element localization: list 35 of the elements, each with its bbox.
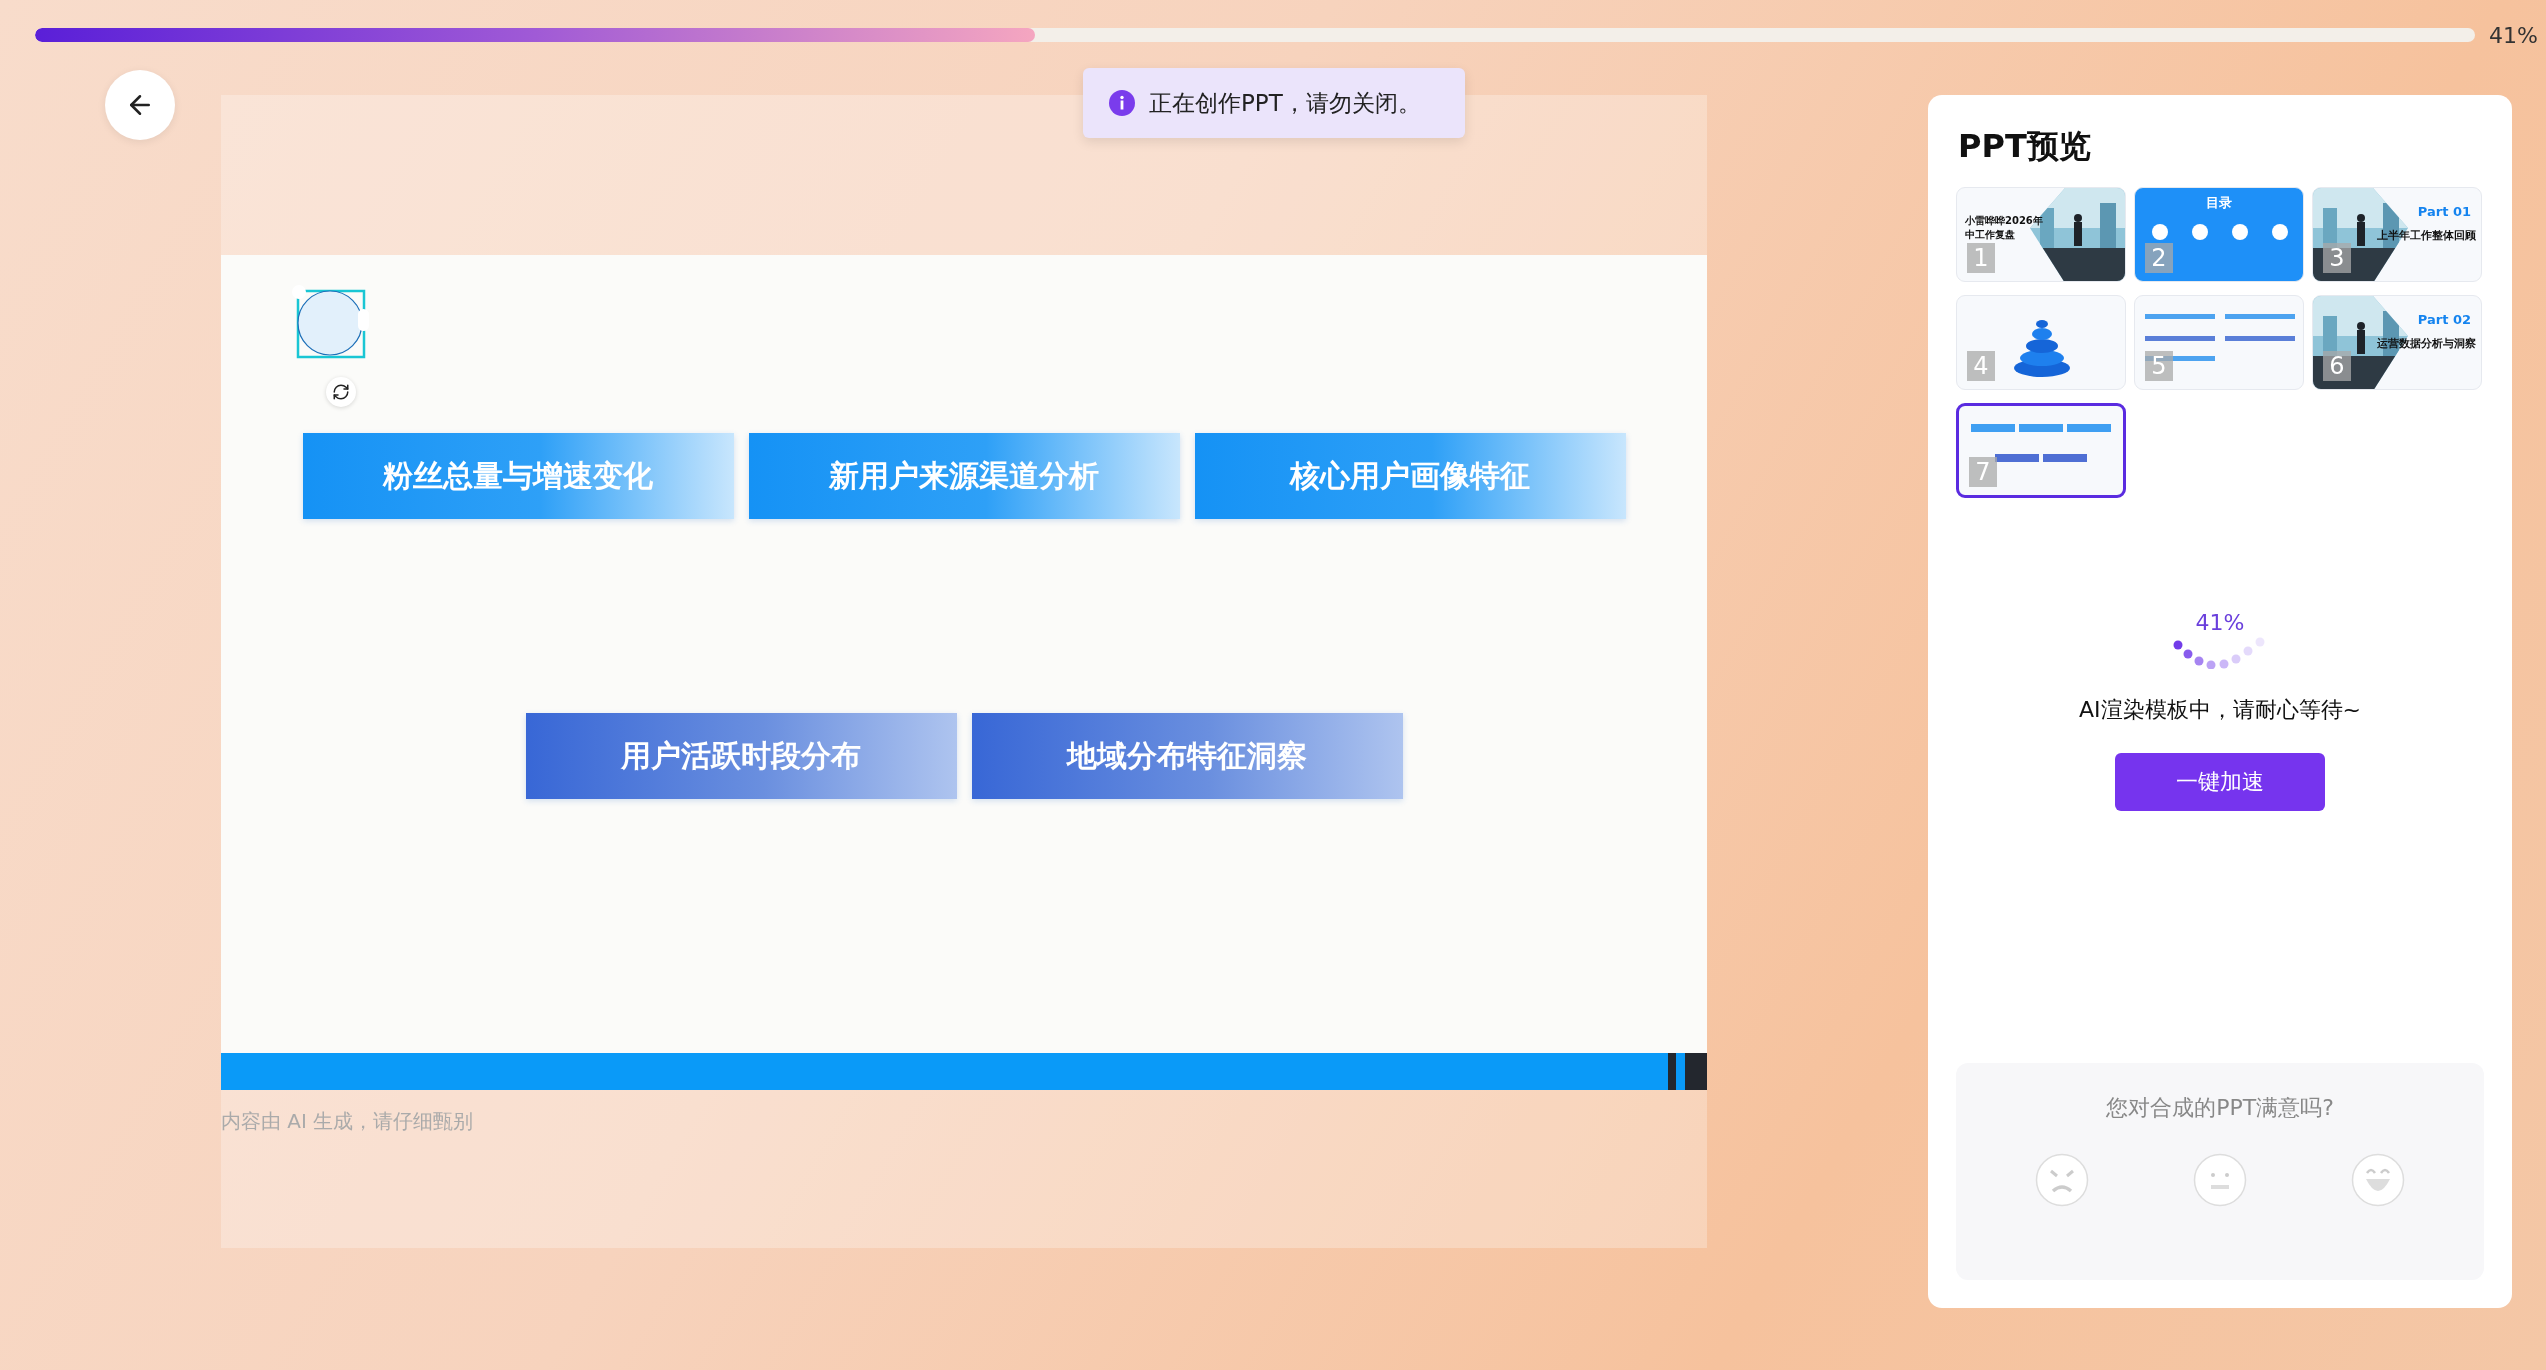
topic-banner: 用户活跃时段分布 [525, 713, 957, 799]
feedback-question: 您对合成的PPT满意吗? [2106, 1094, 2334, 1122]
slide-title: 小雷哗哗2026年中工作复盘 [1965, 214, 2043, 241]
pyramid-chart-drawing [2012, 318, 2072, 378]
topic-banner: 核心用户画像特征 [1194, 433, 1626, 519]
slide-thumbnail[interactable]: Part 01 上半年工作整体回顾 3 [2312, 187, 2482, 282]
slide-thumbnail[interactable]: Part 02 运营数据分析与洞察 6 [2312, 295, 2482, 390]
slide-title: 上半年工作整体回顾 [2377, 228, 2476, 243]
slide-number: 1 [1967, 243, 1995, 273]
slide-thumbnail[interactable]: 小雷哗哗2026年中工作复盘 1 [1956, 187, 2126, 282]
rotate-handle[interactable] [326, 377, 356, 407]
slide-number: 2 [2145, 243, 2173, 273]
slide-number: 7 [1969, 457, 1997, 487]
panel-title: PPT预览 [1958, 126, 2091, 167]
slide-title: 目录 [2205, 194, 2233, 212]
part-label: Part 01 [2417, 204, 2471, 219]
topic-banner: 粉丝总量与增速变化 [302, 433, 734, 519]
info-icon [1109, 90, 1135, 116]
topic-banner: 地域分布特征洞察 [971, 713, 1403, 799]
slide-title: 运营数据分析与洞察 [2377, 336, 2476, 351]
slide-number: 6 [2323, 351, 2351, 381]
render-status: AI渲染模板中，请耐心等待~ [2079, 696, 2361, 724]
selected-circle-shape[interactable] [292, 285, 370, 359]
progress-percent: 41% [2489, 22, 2538, 48]
render-percent: 41% [2195, 610, 2245, 635]
slide-number: 5 [2145, 351, 2173, 381]
slide-thumbnail[interactable]: 目录 2 [2134, 187, 2304, 282]
slide-number: 4 [1967, 351, 1995, 381]
part-label: Part 02 [2417, 312, 2471, 327]
ai-disclaimer: 内容由 AI 生成，请仔细甄别 [221, 1108, 475, 1135]
slide-number: 3 [2323, 243, 2351, 273]
rotate-icon [332, 383, 350, 401]
topic-banner: 新用户来源渠道分析 [748, 433, 1180, 519]
speed-up-button[interactable]: 一键加速 [2115, 753, 2325, 811]
toast-message: 正在创作PPT，请勿关闭。 [1149, 88, 1421, 118]
